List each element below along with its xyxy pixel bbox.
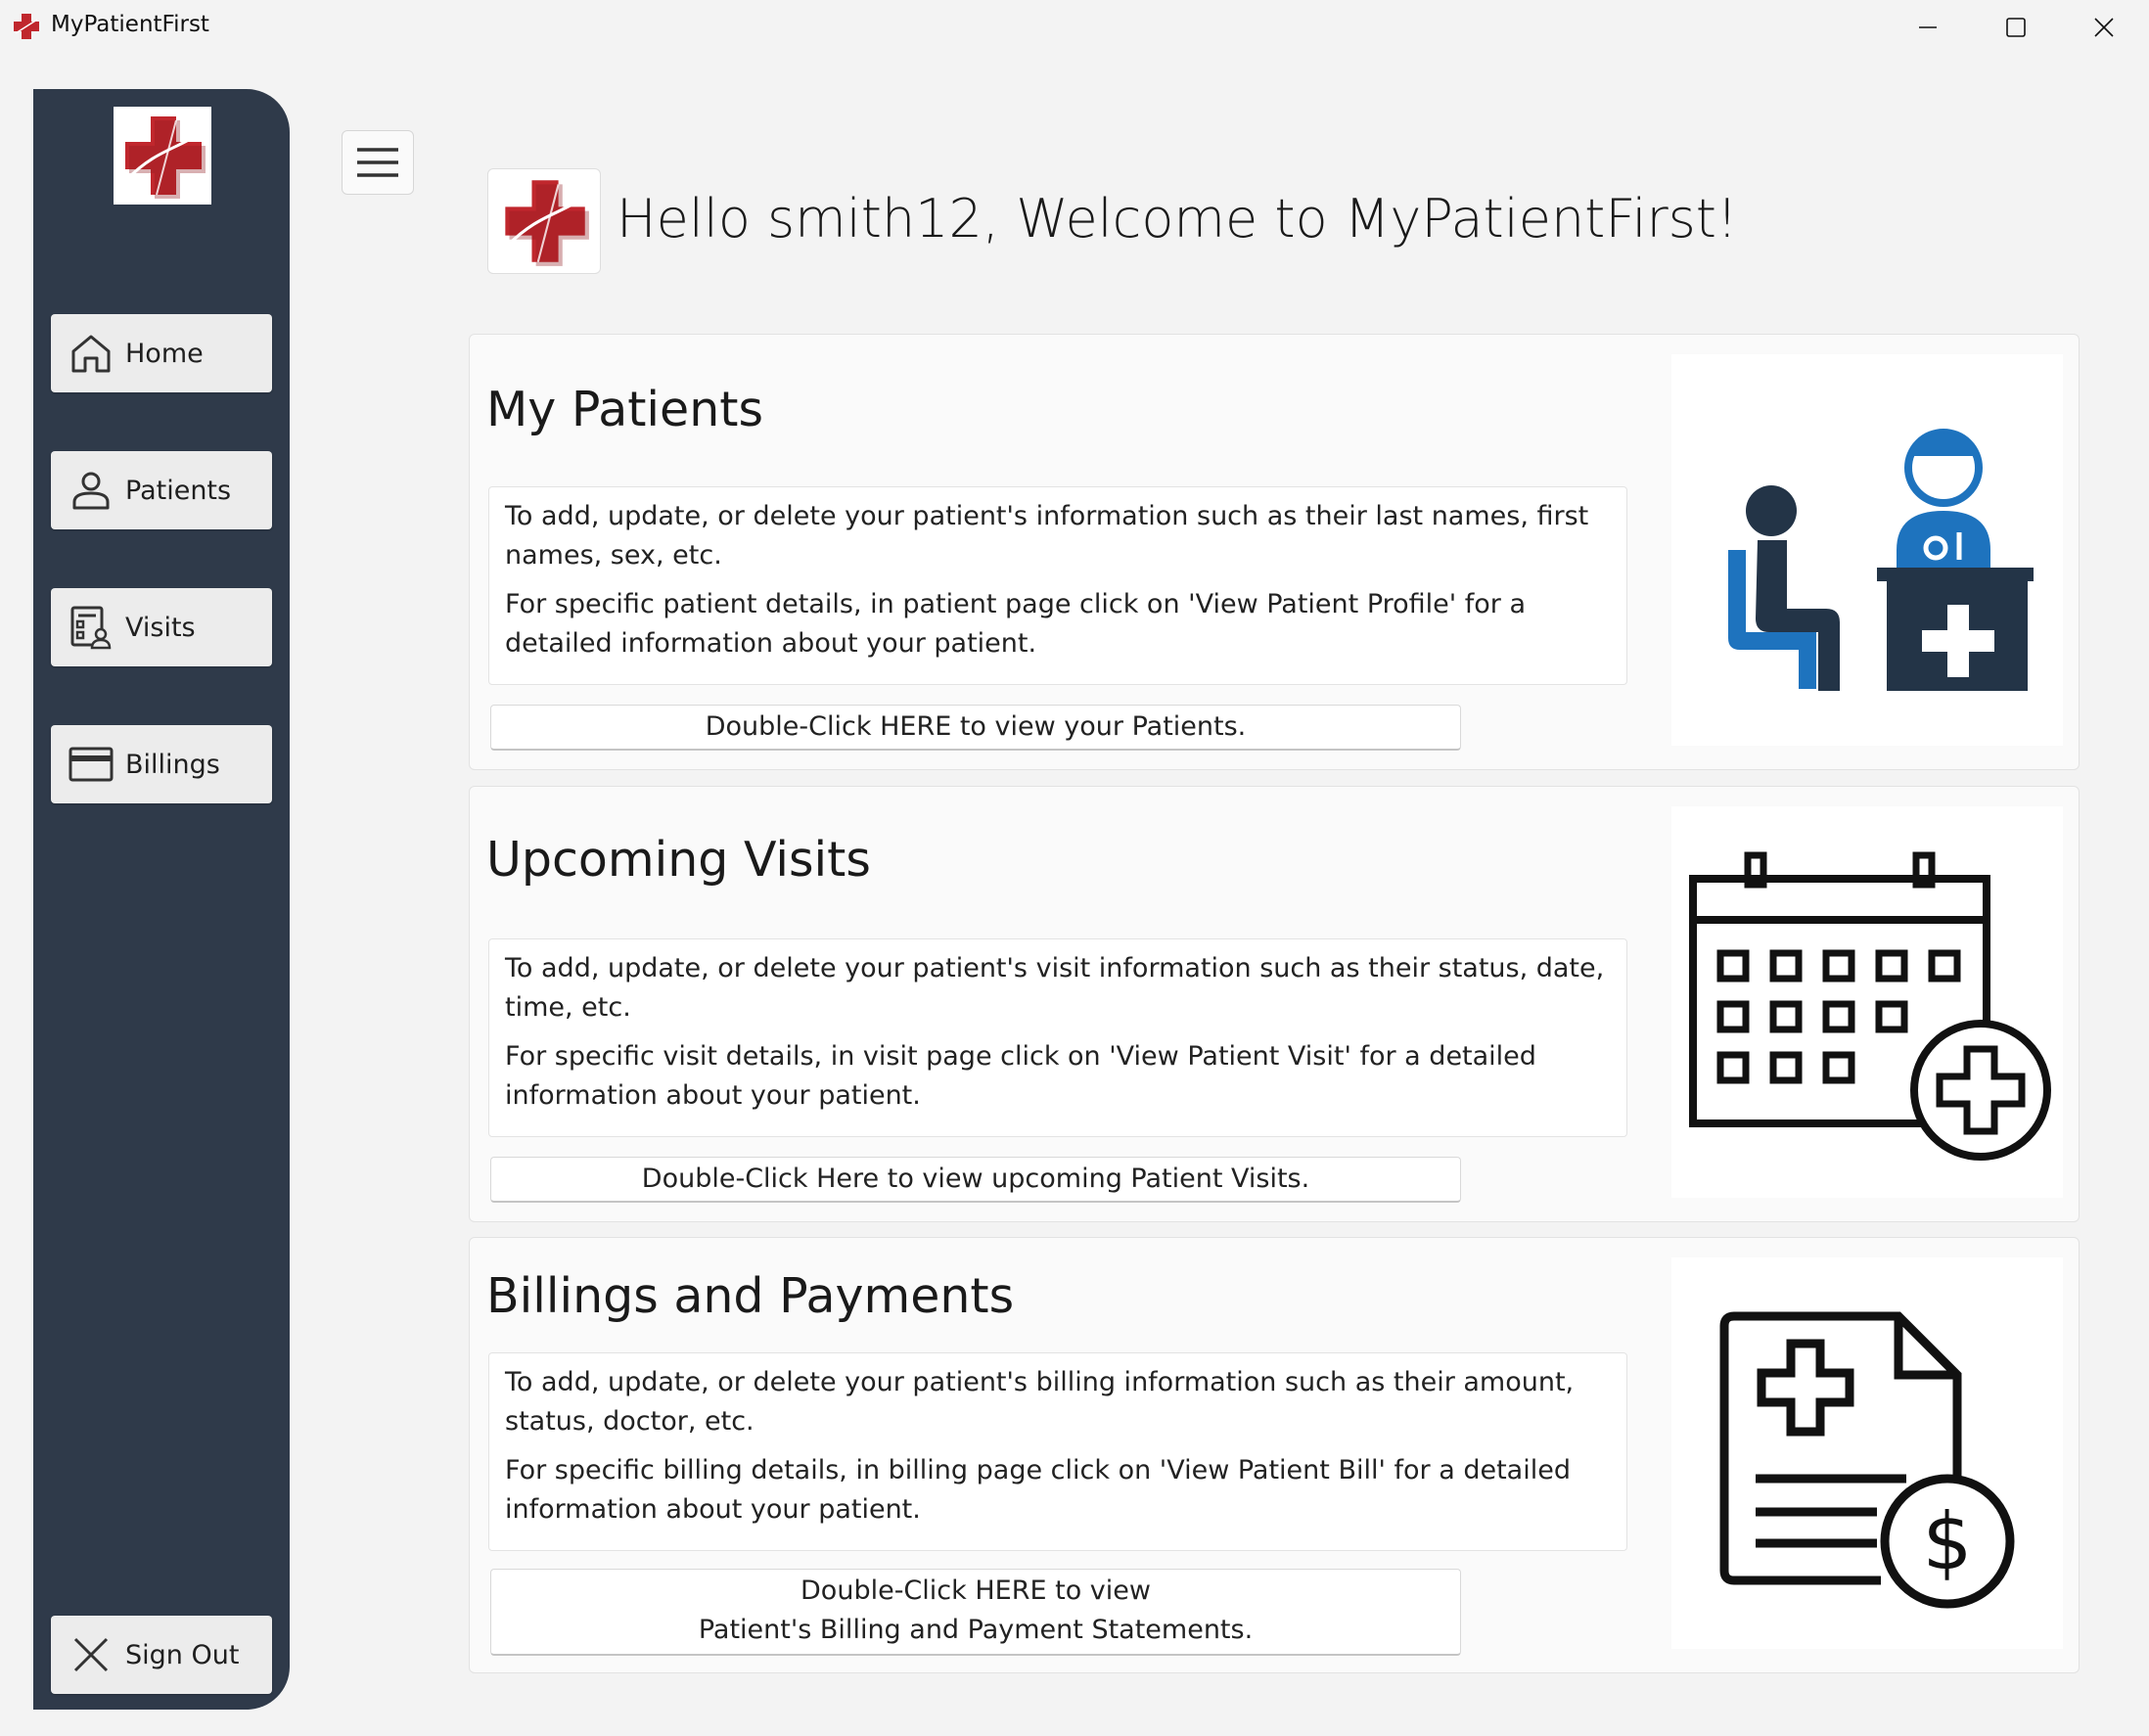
person-icon	[69, 468, 114, 513]
medical-bill-dollar-illustration: $	[1671, 1257, 2063, 1649]
sidebar-item-label: Visits	[125, 612, 196, 643]
title-bar: MyPatientFirst	[0, 0, 2149, 55]
x-icon	[69, 1632, 114, 1677]
credit-card-icon	[69, 742, 114, 787]
hamburger-menu-button[interactable]	[342, 130, 414, 195]
card-title: Upcoming Visits	[486, 832, 871, 888]
minimize-button[interactable]	[1883, 0, 1973, 55]
window-title: MyPatientFirst	[51, 12, 209, 37]
welcome-greeting: Hello smith12, Welcome to MyPatientFirst…	[617, 188, 1738, 250]
card-title: My Patients	[486, 382, 763, 437]
description-line: To add, update, or delete your patient's…	[505, 953, 1605, 1023]
button-label: Double-Click HERE to view	[800, 1576, 1151, 1606]
view-visits-button[interactable]: Double-Click Here to view upcoming Patie…	[490, 1157, 1461, 1203]
sign-out-label: Sign Out	[125, 1639, 240, 1670]
minimize-icon	[1919, 26, 1937, 28]
sidebar-item-home[interactable]: Home	[51, 314, 272, 392]
view-billing-statements-button[interactable]: Double-Click HERE to view Patient's Bill…	[490, 1569, 1461, 1656]
description-line: To add, update, or delete your patient's…	[505, 501, 1589, 571]
sidebar-logo	[114, 107, 211, 205]
close-button[interactable]	[2059, 0, 2149, 55]
view-patients-button[interactable]: Double-Click HERE to view your Patients.	[490, 705, 1461, 751]
sign-out-button[interactable]: Sign Out	[51, 1616, 272, 1694]
close-icon	[2094, 18, 2114, 37]
sidebar-item-label: Home	[125, 338, 204, 369]
medical-cross-icon	[14, 14, 39, 39]
visits-icon	[69, 605, 114, 650]
sidebar: Home Patients Visits Billings Sign Out	[33, 89, 290, 1710]
card-description: To add, update, or delete your patient's…	[488, 938, 1627, 1137]
button-label: Double-Click HERE to view your Patients.	[705, 711, 1247, 742]
card-description: To add, update, or delete your patient's…	[488, 1352, 1627, 1551]
svg-text:$: $	[1923, 1496, 1973, 1587]
description-line: For specific patient details, in patient…	[505, 589, 1527, 659]
calendar-plus-illustration	[1671, 806, 2063, 1198]
description-line: For specific visit details, in visit pag…	[505, 1041, 1536, 1111]
maximize-icon	[2006, 18, 2026, 37]
my-patients-card: My Patients To add, update, or delete yo…	[469, 334, 2080, 770]
sidebar-item-visits[interactable]: Visits	[51, 588, 272, 666]
hamburger-icon	[357, 148, 398, 177]
sidebar-item-label: Patients	[125, 475, 232, 506]
header-logo	[487, 168, 601, 274]
card-description: To add, update, or delete your patient's…	[488, 486, 1627, 685]
sidebar-item-label: Billings	[125, 749, 220, 780]
sidebar-item-billings[interactable]: Billings	[51, 725, 272, 803]
description-line: To add, update, or delete your patient's…	[505, 1367, 1575, 1437]
card-title: Billings and Payments	[486, 1268, 1015, 1324]
home-icon	[69, 331, 114, 376]
button-label: Double-Click Here to view upcoming Patie…	[641, 1164, 1310, 1194]
button-label: Patient's Billing and Payment Statements…	[698, 1615, 1254, 1645]
doctor-patient-illustration	[1671, 354, 2063, 746]
sidebar-item-patients[interactable]: Patients	[51, 451, 272, 529]
billings-payments-card: Billings and Payments To add, update, or…	[469, 1237, 2080, 1673]
medical-cross-logo	[125, 116, 206, 199]
upcoming-visits-card: Upcoming Visits To add, update, or delet…	[469, 786, 2080, 1222]
description-line: For specific billing details, in billing…	[505, 1455, 1571, 1525]
medical-cross-logo	[505, 180, 589, 266]
maximize-button[interactable]	[1971, 0, 2061, 55]
